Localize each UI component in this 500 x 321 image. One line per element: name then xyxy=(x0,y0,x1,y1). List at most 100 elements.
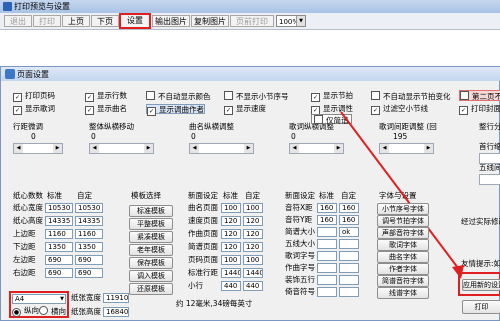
paper-row-label: 左边距 xyxy=(13,255,36,264)
table1-row-label: 曲名页面 xyxy=(188,203,218,212)
chevron-left-icon[interactable]: ◀ xyxy=(14,144,23,153)
table1-custom-field[interactable]: 120 xyxy=(243,216,263,226)
slider-value-overall-move: 0 xyxy=(91,132,96,141)
zoom-select[interactable]: 100% ▼ xyxy=(276,15,306,27)
paper-width-field[interactable]: 11910 xyxy=(103,293,129,303)
paper-standard-field[interactable]: 690 xyxy=(45,268,73,278)
table1-standard-field[interactable]: 120 xyxy=(221,229,241,239)
next-page-button[interactable]: 下页 xyxy=(91,15,119,27)
table2-custom-field[interactable]: ok xyxy=(339,227,359,237)
paper-custom-field[interactable]: 690 xyxy=(75,268,103,278)
table1-custom-field[interactable]: 100 xyxy=(243,255,263,265)
table2-standard-field[interactable] xyxy=(317,287,337,297)
paper-standard-field[interactable]: 1160 xyxy=(45,229,73,239)
font-button[interactable]: 曲名字体 xyxy=(377,251,429,263)
table1-standard-field[interactable]: 440 xyxy=(221,281,241,291)
paper-custom-field[interactable]: 1160 xyxy=(75,229,103,239)
checkbox-show-composer[interactable]: ✓ 显示调曲作者 xyxy=(146,104,205,116)
slider-first-indent[interactable] xyxy=(479,153,500,164)
table2-standard-field[interactable]: 160 xyxy=(317,215,337,225)
chevron-left-icon[interactable]: ◀ xyxy=(290,144,299,153)
checkbox-second-page[interactable]: 第二页不 xyxy=(459,90,500,101)
table2-standard-field[interactable] xyxy=(317,239,337,249)
table1-standard-field[interactable]: 100 xyxy=(221,203,241,213)
template-button[interactable]: 平整模板 xyxy=(129,218,173,230)
slider-title-adjust[interactable]: ◀ ▶ xyxy=(189,143,254,154)
table2-custom-field[interactable] xyxy=(339,239,359,249)
table1-standard-field[interactable]: 1440 xyxy=(221,268,241,278)
table2-standard-field[interactable] xyxy=(317,275,337,285)
table2-custom-field[interactable] xyxy=(339,287,359,297)
paper-custom-field[interactable]: 10530 xyxy=(75,203,103,213)
paper-standard-field[interactable]: 690 xyxy=(45,255,73,265)
table2-custom-field[interactable] xyxy=(339,275,359,285)
table2-custom-field[interactable]: 160 xyxy=(339,215,359,225)
export-image-button[interactable]: 输出图片 xyxy=(152,15,190,27)
slider-overall-move[interactable]: ◀ ▶ xyxy=(89,143,154,154)
font-button[interactable]: 调号节拍字体 xyxy=(377,215,429,227)
exit-button[interactable]: 退出 xyxy=(4,15,32,27)
prev-page-button[interactable]: 上页 xyxy=(62,15,90,27)
settings-button[interactable]: 设置 xyxy=(119,13,151,29)
paper-size-select[interactable]: A4 ▼ xyxy=(12,294,66,304)
paper-standard-field[interactable]: 10530 xyxy=(45,203,73,213)
paper-custom-field[interactable]: 14335 xyxy=(75,216,103,226)
template-button[interactable]: 还原模板 xyxy=(129,283,173,295)
font-button[interactable]: 简谱音符字体 xyxy=(377,275,429,287)
checkbox-show-lyrics[interactable]: ✓ 显示歌词 xyxy=(13,104,55,115)
table1-row-label: 页码页面 xyxy=(188,255,218,264)
print-button[interactable]: 打印 xyxy=(33,15,61,27)
back-window-title: 打印预览与设置 xyxy=(14,2,70,11)
font-button[interactable]: 歌词字体 xyxy=(377,239,429,251)
table2-standard-field[interactable] xyxy=(317,263,337,273)
slider-staff-spacing[interactable] xyxy=(479,174,500,185)
slider-line-spacing[interactable]: ◀ ▶ xyxy=(13,143,63,154)
table2-standard-field[interactable]: 160 xyxy=(317,203,337,213)
checkbox-show-title[interactable]: ✓ 显示曲名 xyxy=(85,104,127,115)
checkbox-no-auto-beat-change[interactable]: 不自动显示节拍变化 xyxy=(371,91,451,101)
table2-custom-field[interactable]: 160 xyxy=(339,203,359,213)
table1-custom-field[interactable]: 440 xyxy=(243,281,263,291)
checkbox-show-tempo[interactable]: ✓ 显示速度 xyxy=(224,104,266,115)
template-button[interactable]: 保存模板 xyxy=(129,257,173,269)
dialog-print-button[interactable]: 打印 xyxy=(462,300,500,314)
paper-height-field[interactable]: 16840 xyxy=(103,307,129,317)
table2-custom-field[interactable] xyxy=(339,251,359,261)
chevron-left-icon[interactable]: ◀ xyxy=(90,144,99,153)
checkbox-print-page-number[interactable]: ✓ 打印页码 xyxy=(13,91,55,102)
page-print-button[interactable]: 页前打印 xyxy=(230,15,274,27)
template-button[interactable]: 老年模板 xyxy=(129,244,173,256)
chevron-right-icon[interactable]: ▶ xyxy=(53,144,62,153)
table2-custom-field[interactable] xyxy=(339,263,359,273)
template-button[interactable]: 标准模板 xyxy=(129,205,173,217)
table1-custom-field[interactable]: 1440 xyxy=(243,268,263,278)
table1-custom-field[interactable]: 120 xyxy=(243,242,263,252)
paper-custom-field[interactable]: 690 xyxy=(75,255,103,265)
table1-standard-field[interactable]: 100 xyxy=(221,255,241,265)
copy-image-button[interactable]: 复制图片 xyxy=(191,15,229,27)
paper-standard-field[interactable]: 1350 xyxy=(45,242,73,252)
font-button[interactable]: 线谱字体 xyxy=(377,287,429,299)
font-button[interactable]: 声部音符字体 xyxy=(377,227,429,239)
table1-standard-field[interactable]: 120 xyxy=(221,242,241,252)
table2-standard-field[interactable] xyxy=(317,227,337,237)
table2-standard-field[interactable] xyxy=(317,251,337,261)
font-button[interactable]: 小节序号字体 xyxy=(377,203,429,215)
chevron-right-icon[interactable]: ▶ xyxy=(144,144,153,153)
checkbox-no-auto-color[interactable]: 不自动显示颜色 xyxy=(146,91,211,101)
template-button[interactable]: 调入模板 xyxy=(129,270,173,282)
checkbox-show-line-count[interactable]: ✓ 显示行数 xyxy=(85,91,127,102)
table1-custom-field[interactable]: 100 xyxy=(243,203,263,213)
chevron-right-icon[interactable]: ▶ xyxy=(244,144,253,153)
chevron-left-icon[interactable]: ◀ xyxy=(190,144,199,153)
checkbox-show-beat[interactable]: ✓ 显示节拍 xyxy=(311,91,353,102)
font-button[interactable]: 作者字体 xyxy=(377,263,429,275)
checkbox-hide-measure-number[interactable]: 不显示小节序号 xyxy=(224,91,289,101)
paper-custom-field[interactable]: 1350 xyxy=(75,242,103,252)
radio-landscape[interactable]: 横向 xyxy=(39,306,66,316)
radio-portrait[interactable]: ● 纵向 xyxy=(12,306,39,317)
table1-custom-field[interactable]: 120 xyxy=(243,229,263,239)
template-button[interactable]: 紧凑模板 xyxy=(129,231,173,243)
table1-standard-field[interactable]: 120 xyxy=(221,216,241,226)
paper-standard-field[interactable]: 14335 xyxy=(45,216,73,226)
